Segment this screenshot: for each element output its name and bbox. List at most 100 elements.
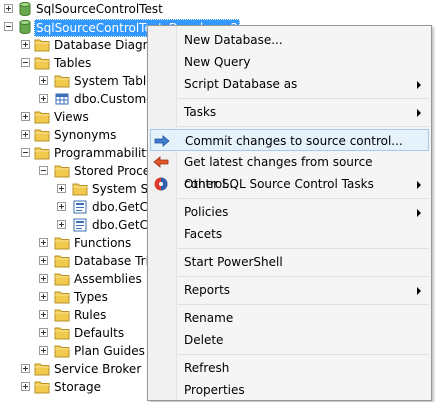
tree-label: Types bbox=[74, 290, 108, 304]
tree-label: Views bbox=[54, 110, 89, 124]
expand-icon[interactable] bbox=[4, 4, 13, 13]
menu-item-new-query[interactable]: New Query bbox=[150, 51, 429, 73]
tree-label: Programmability bbox=[54, 146, 154, 160]
collapse-icon[interactable] bbox=[4, 22, 13, 31]
commit-arrow-icon bbox=[154, 135, 170, 147]
folder-icon bbox=[54, 235, 70, 251]
expand-icon[interactable] bbox=[21, 364, 30, 373]
expand-icon[interactable] bbox=[39, 94, 48, 103]
stored-procedure-icon bbox=[72, 217, 88, 233]
menu-label: Delete bbox=[184, 333, 224, 347]
collapse-icon[interactable] bbox=[39, 166, 48, 175]
expand-icon[interactable] bbox=[39, 346, 48, 355]
menu-separator bbox=[178, 98, 429, 99]
expand-icon[interactable] bbox=[39, 310, 48, 319]
menu-label: Commit changes to source control... bbox=[185, 134, 403, 148]
menu-item-facets[interactable]: Facets bbox=[150, 223, 429, 245]
submenu-arrow-icon bbox=[417, 287, 421, 295]
menu-label: Start PowerShell bbox=[184, 255, 283, 269]
menu-separator bbox=[178, 198, 429, 199]
folder-icon bbox=[54, 289, 70, 305]
folder-icon bbox=[54, 73, 70, 89]
expand-icon[interactable] bbox=[21, 130, 30, 139]
expand-icon[interactable] bbox=[21, 40, 30, 49]
expand-icon[interactable] bbox=[39, 256, 48, 265]
menu-label: Policies bbox=[184, 205, 229, 219]
context-menu: New Database... New Query Script Databas… bbox=[147, 25, 432, 401]
menu-label: Facets bbox=[184, 227, 223, 241]
submenu-arrow-icon bbox=[417, 81, 421, 89]
folder-icon bbox=[34, 145, 50, 161]
menu-item-new-database[interactable]: New Database... bbox=[150, 29, 429, 51]
expand-icon[interactable] bbox=[39, 274, 48, 283]
menu-label: Refresh bbox=[184, 361, 230, 375]
collapse-icon[interactable] bbox=[21, 148, 30, 157]
menu-item-rename[interactable]: Rename bbox=[150, 307, 429, 329]
expand-icon[interactable] bbox=[57, 184, 66, 193]
folder-icon bbox=[34, 127, 50, 143]
menu-label: Other SQL Source Control Tasks bbox=[184, 177, 374, 191]
expand-icon[interactable] bbox=[57, 220, 66, 229]
menu-label: Tasks bbox=[184, 105, 217, 119]
menu-separator bbox=[178, 248, 429, 249]
menu-item-properties[interactable]: Properties bbox=[150, 379, 429, 401]
menu-item-reports[interactable]: Reports bbox=[150, 279, 429, 301]
menu-separator bbox=[178, 126, 429, 127]
menu-label: Reports bbox=[184, 283, 231, 297]
tree-label: Tables bbox=[54, 56, 92, 70]
tree-label: Storage bbox=[54, 380, 101, 394]
folder-icon bbox=[34, 109, 50, 125]
expand-icon[interactable] bbox=[21, 112, 30, 121]
menu-item-start-powershell[interactable]: Start PowerShell bbox=[150, 251, 429, 273]
tree-label: Synonyms bbox=[54, 128, 117, 142]
menu-item-other-sql-tasks[interactable]: Other SQL Source Control Tasks bbox=[150, 173, 429, 195]
menu-item-get-latest[interactable]: Get latest changes from source control..… bbox=[150, 151, 429, 191]
tree-label: Rules bbox=[74, 308, 107, 322]
folder-icon bbox=[54, 307, 70, 323]
folder-icon bbox=[34, 37, 50, 53]
tree-label: Service Broker bbox=[54, 362, 142, 376]
folder-icon bbox=[54, 325, 70, 341]
menu-separator bbox=[178, 304, 429, 305]
get-latest-arrow-icon bbox=[153, 156, 169, 168]
menu-item-tasks[interactable]: Tasks bbox=[150, 101, 429, 123]
menu-item-commit-changes[interactable]: Commit changes to source control... bbox=[150, 129, 429, 151]
folder-icon bbox=[54, 271, 70, 287]
tree-label: Defaults bbox=[74, 326, 125, 340]
menu-label: New Database... bbox=[184, 33, 283, 47]
folder-icon bbox=[34, 361, 50, 377]
folder-icon bbox=[72, 181, 88, 197]
menu-separator bbox=[178, 354, 429, 355]
tree-label: Functions bbox=[74, 236, 132, 250]
expand-icon[interactable] bbox=[39, 328, 48, 337]
menu-label: New Query bbox=[184, 55, 251, 69]
expand-icon[interactable] bbox=[39, 76, 48, 85]
submenu-arrow-icon bbox=[417, 109, 421, 117]
tree-label: Assemblies bbox=[74, 272, 142, 286]
submenu-arrow-icon bbox=[417, 181, 421, 189]
menu-item-delete[interactable]: Delete bbox=[150, 329, 429, 351]
menu-item-script-database-as[interactable]: Script Database as bbox=[150, 73, 429, 95]
expand-icon[interactable] bbox=[21, 382, 30, 391]
menu-item-policies[interactable]: Policies bbox=[150, 201, 429, 223]
tree-label: SqlSourceControlTest bbox=[36, 2, 163, 16]
folder-icon bbox=[34, 55, 50, 71]
submenu-arrow-icon bbox=[417, 209, 421, 217]
folder-icon bbox=[34, 379, 50, 395]
sql-source-control-icon bbox=[154, 177, 168, 191]
folder-icon bbox=[54, 253, 70, 269]
menu-separator bbox=[178, 276, 429, 277]
folder-icon bbox=[54, 343, 70, 359]
expand-icon[interactable] bbox=[39, 238, 48, 247]
stored-procedure-icon bbox=[72, 199, 88, 215]
expand-icon[interactable] bbox=[39, 292, 48, 301]
collapse-icon[interactable] bbox=[21, 58, 30, 67]
expand-icon[interactable] bbox=[57, 202, 66, 211]
database-icon bbox=[17, 19, 33, 35]
tree-label: Plan Guides bbox=[74, 344, 145, 358]
folder-icon bbox=[54, 163, 70, 179]
menu-label: Properties bbox=[184, 383, 245, 397]
database-icon bbox=[17, 1, 33, 17]
menu-label: Script Database as bbox=[184, 77, 298, 91]
menu-item-refresh[interactable]: Refresh bbox=[150, 357, 429, 379]
